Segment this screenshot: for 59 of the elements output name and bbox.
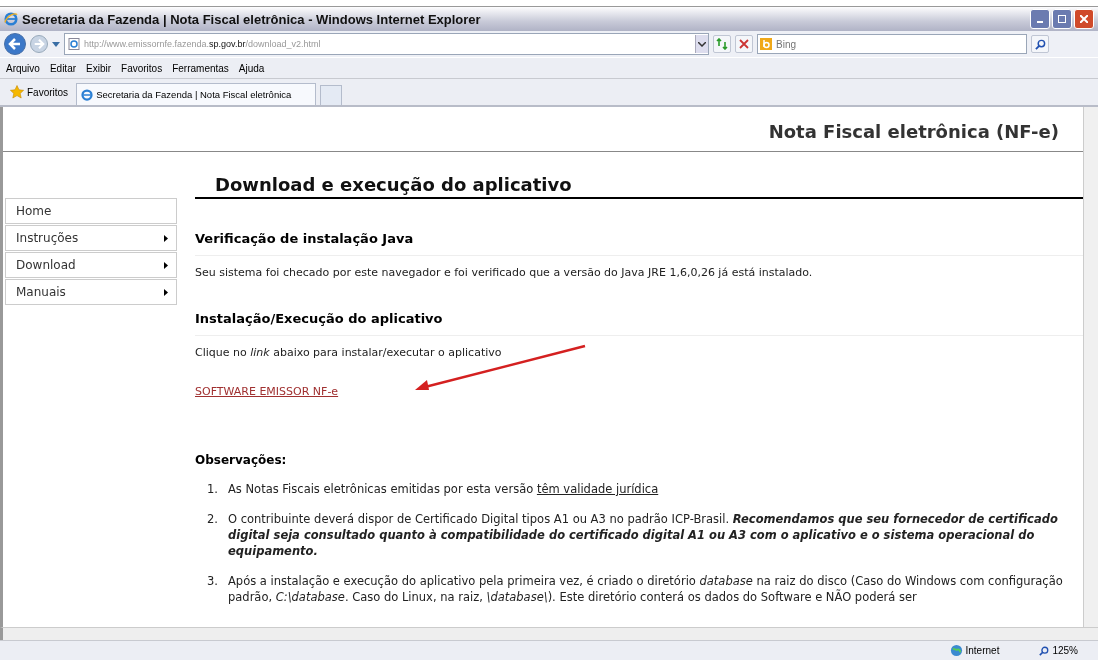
menu-item[interactable]: Ajuda [238, 62, 265, 74]
refresh-button[interactable] [713, 35, 731, 53]
star-icon [10, 85, 24, 99]
list-item-text: As Notas Fiscais eletrônicas emitidas por esta versão têm validade jurídica [228, 481, 659, 498]
section-heading: Verificação de instalação Java [195, 231, 1083, 256]
validity-link[interactable]: têm validade jurídica [536, 482, 659, 496]
menu-item[interactable]: Exibir [86, 62, 112, 74]
sidebar-item[interactable]: Manuais [5, 279, 177, 305]
list-number: 2. [207, 511, 218, 529]
list-item-text: O contribuinte deverá dispor de Certificado Digital tipos A1 ou A3 no padrão ICP-Brasil. Recomendamos que seu fornecedor de certificado digital seja consultado quanto à compatibilidade do certificado digital A1 ou A3 com o aplicativo e o sistema operacional do equipamento. [228, 511, 1059, 560]
menu-item[interactable]: Ferramentas [172, 62, 229, 74]
page-icon [68, 38, 80, 50]
forward-arrow-icon [33, 38, 45, 50]
search-icon [1034, 38, 1046, 50]
list-item-text: Após a instalação e execução do aplicativo pela primeira vez, é criado o diretório database na raiz do disco (Caso do Windows com configuração padrão, C:\database. Caso do Linux, na raiz, \database\). Este diretório conterá os dados do Software e NÃO poderá ser [228, 573, 1064, 606]
minimize-button[interactable] [1030, 9, 1050, 29]
favorites-button[interactable]: Favoritos [6, 81, 73, 103]
chevron-down-icon [698, 41, 706, 47]
notes-heading: Observações: [195, 453, 288, 467]
zoom-level[interactable]: 125% [1039, 645, 1078, 656]
paragraph: Seu sistema foi checado por este navegador e foi verificado que a versão do Java JRE 1,6,0,26 já está instalado. [195, 266, 814, 279]
search-provider-icon [760, 38, 772, 50]
menu-item[interactable]: Arquivo [6, 62, 40, 74]
close-button[interactable] [1074, 9, 1094, 29]
sidebar-item[interactable]: Instruções [5, 225, 177, 251]
stop-button[interactable] [735, 35, 753, 53]
section-heading: Instalação/Execução do aplicativo [195, 311, 1083, 336]
address-field[interactable]: http://www.emissornfe.fazenda.sp.gov.br/download_v2.html [64, 33, 709, 55]
dropdown-button[interactable] [695, 35, 708, 53]
forward-button[interactable] [30, 35, 48, 53]
page-globe-icon [81, 88, 94, 101]
stop-icon [739, 39, 749, 49]
security-zone: Internet [949, 644, 1000, 657]
back-arrow-icon [8, 37, 22, 51]
magnifier-icon [1039, 645, 1050, 656]
maximize-icon [1058, 15, 1066, 23]
globe-icon [949, 644, 963, 657]
download-link[interactable]: SOFTWARE EMISSOR NF-e [195, 385, 339, 398]
sidebar-item[interactable]: Download [5, 252, 177, 278]
search-field[interactable]: Bing [757, 34, 1027, 54]
browser-tab[interactable]: Secretaria da Fazenda | Nota Fiscal eletrônica [76, 83, 317, 105]
list-number: 3. [207, 573, 218, 591]
site-title: Nota Fiscal eletrônica (NF-e) [768, 120, 1059, 142]
menu-item[interactable]: Favoritos [121, 62, 163, 74]
back-button[interactable] [4, 33, 26, 55]
browser-logo-icon [4, 12, 18, 26]
refresh-icon [716, 38, 728, 50]
paragraph: Clique no link abaixo para instalar/executar o aplicativo [195, 346, 503, 359]
window-title: Secretaria da Fazenda | Nota Fiscal eletrônica - Windows Internet Explorer [22, 11, 482, 27]
page-heading: Download e execução do aplicativo [195, 174, 1083, 199]
dropdown-icon[interactable] [52, 41, 60, 47]
maximize-button[interactable] [1052, 9, 1072, 29]
menu-item[interactable]: Editar [49, 62, 77, 74]
horizontal-scrollbar[interactable] [0, 627, 1098, 640]
sidebar-item[interactable]: Home [5, 198, 177, 224]
close-icon [1080, 15, 1088, 23]
search-button[interactable] [1031, 35, 1049, 53]
list-number: 1. [207, 481, 218, 498]
vertical-scrollbar[interactable] [1083, 107, 1098, 627]
